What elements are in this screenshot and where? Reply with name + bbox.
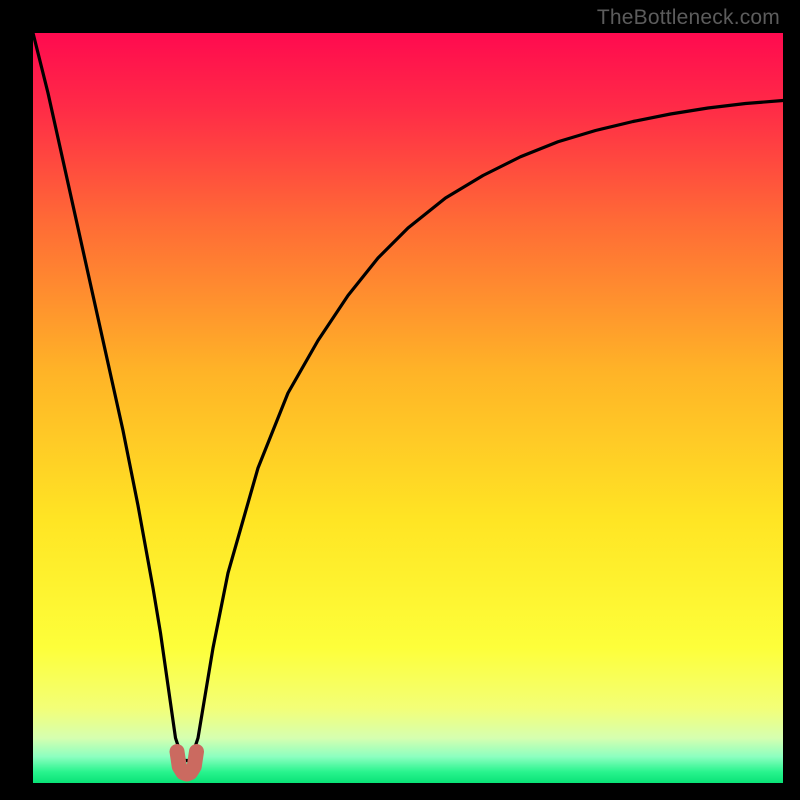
chart-frame: TheBottleneck.com [0, 0, 800, 800]
plot-area [33, 33, 783, 783]
curve-layer [33, 33, 783, 783]
watermark-text: TheBottleneck.com [597, 6, 780, 30]
bottleneck-optimal-marker [177, 752, 197, 775]
bottleneck-curve [33, 33, 783, 761]
